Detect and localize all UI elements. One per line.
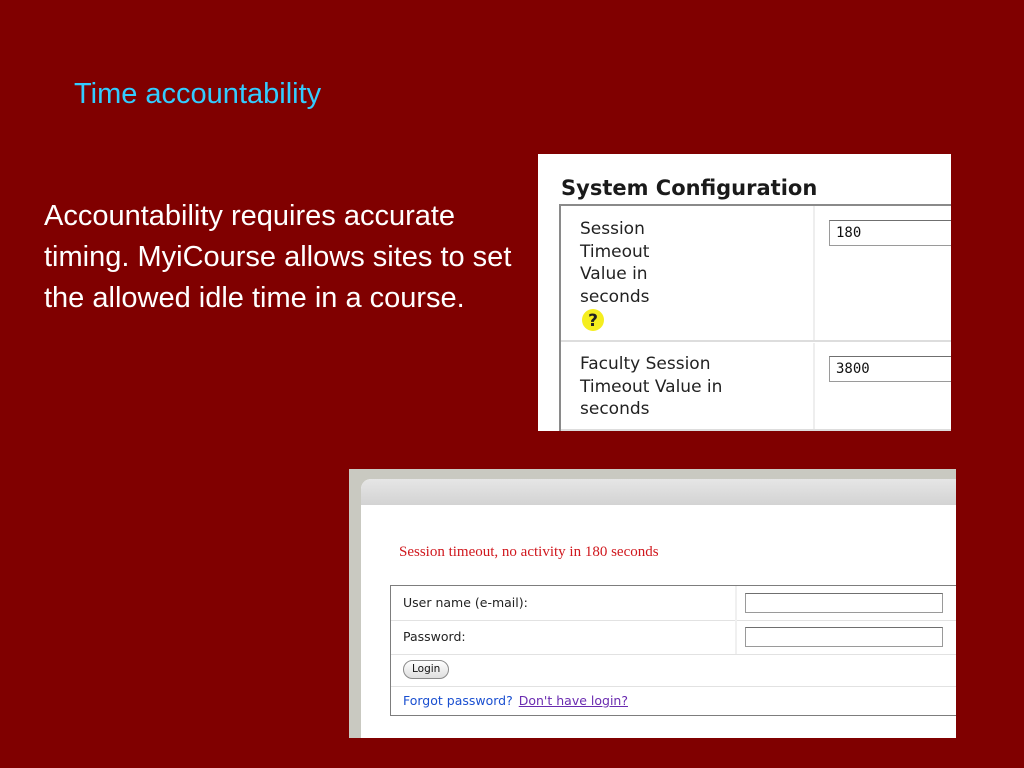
faculty-session-timeout-input[interactable] — [829, 356, 951, 382]
session-timeout-row: Session Timeout Value in seconds ? — [561, 206, 951, 342]
links-container: Forgot password? Don't have login? — [403, 693, 628, 708]
question-mark-icon[interactable]: ? — [581, 308, 605, 332]
faculty-session-timeout-label: Faculty Session Timeout Value in seconds — [580, 354, 723, 419]
column-divider — [735, 586, 737, 620]
column-divider — [813, 206, 815, 340]
username-label: User name (e-mail): — [403, 595, 528, 610]
no-login-link[interactable]: Don't have login? — [519, 693, 628, 708]
password-label: Password: — [403, 629, 466, 644]
system-configuration-title: System Configuration — [561, 176, 818, 200]
login-button-row: Login — [391, 654, 956, 687]
password-input[interactable] — [745, 627, 943, 647]
session-timeout-message: Session timeout, no activity in 180 seco… — [399, 544, 659, 560]
login-button[interactable]: Login — [403, 660, 450, 679]
links-row: Forgot password? Don't have login? — [391, 686, 956, 716]
column-divider — [813, 343, 815, 429]
panel-header-bar — [361, 479, 956, 505]
slide-title: Time accountability — [74, 78, 322, 110]
column-divider — [735, 620, 737, 654]
system-configuration-table: Session Timeout Value in seconds ? Facul… — [559, 204, 951, 431]
session-timeout-label: Session Timeout Value in seconds — [580, 219, 650, 307]
svg-text:?: ? — [588, 311, 598, 331]
login-panel: Session timeout, no activity in 180 seco… — [361, 479, 956, 738]
password-row: Password: — [391, 620, 956, 655]
username-row: User name (e-mail): — [391, 586, 956, 621]
login-form: User name (e-mail): Password: Login Forg… — [390, 585, 956, 716]
system-configuration-screenshot: System Configuration Session Timeout Val… — [538, 154, 951, 431]
login-screenshot: Session timeout, no activity in 180 seco… — [349, 469, 956, 738]
slide-body-text: Accountability requires accurate timing.… — [44, 200, 512, 314]
faculty-session-timeout-row: Faculty Session Timeout Value in seconds — [561, 343, 951, 431]
forgot-password-link[interactable]: Forgot password? — [403, 693, 513, 708]
username-input[interactable] — [745, 593, 943, 613]
session-timeout-input[interactable] — [829, 220, 951, 246]
